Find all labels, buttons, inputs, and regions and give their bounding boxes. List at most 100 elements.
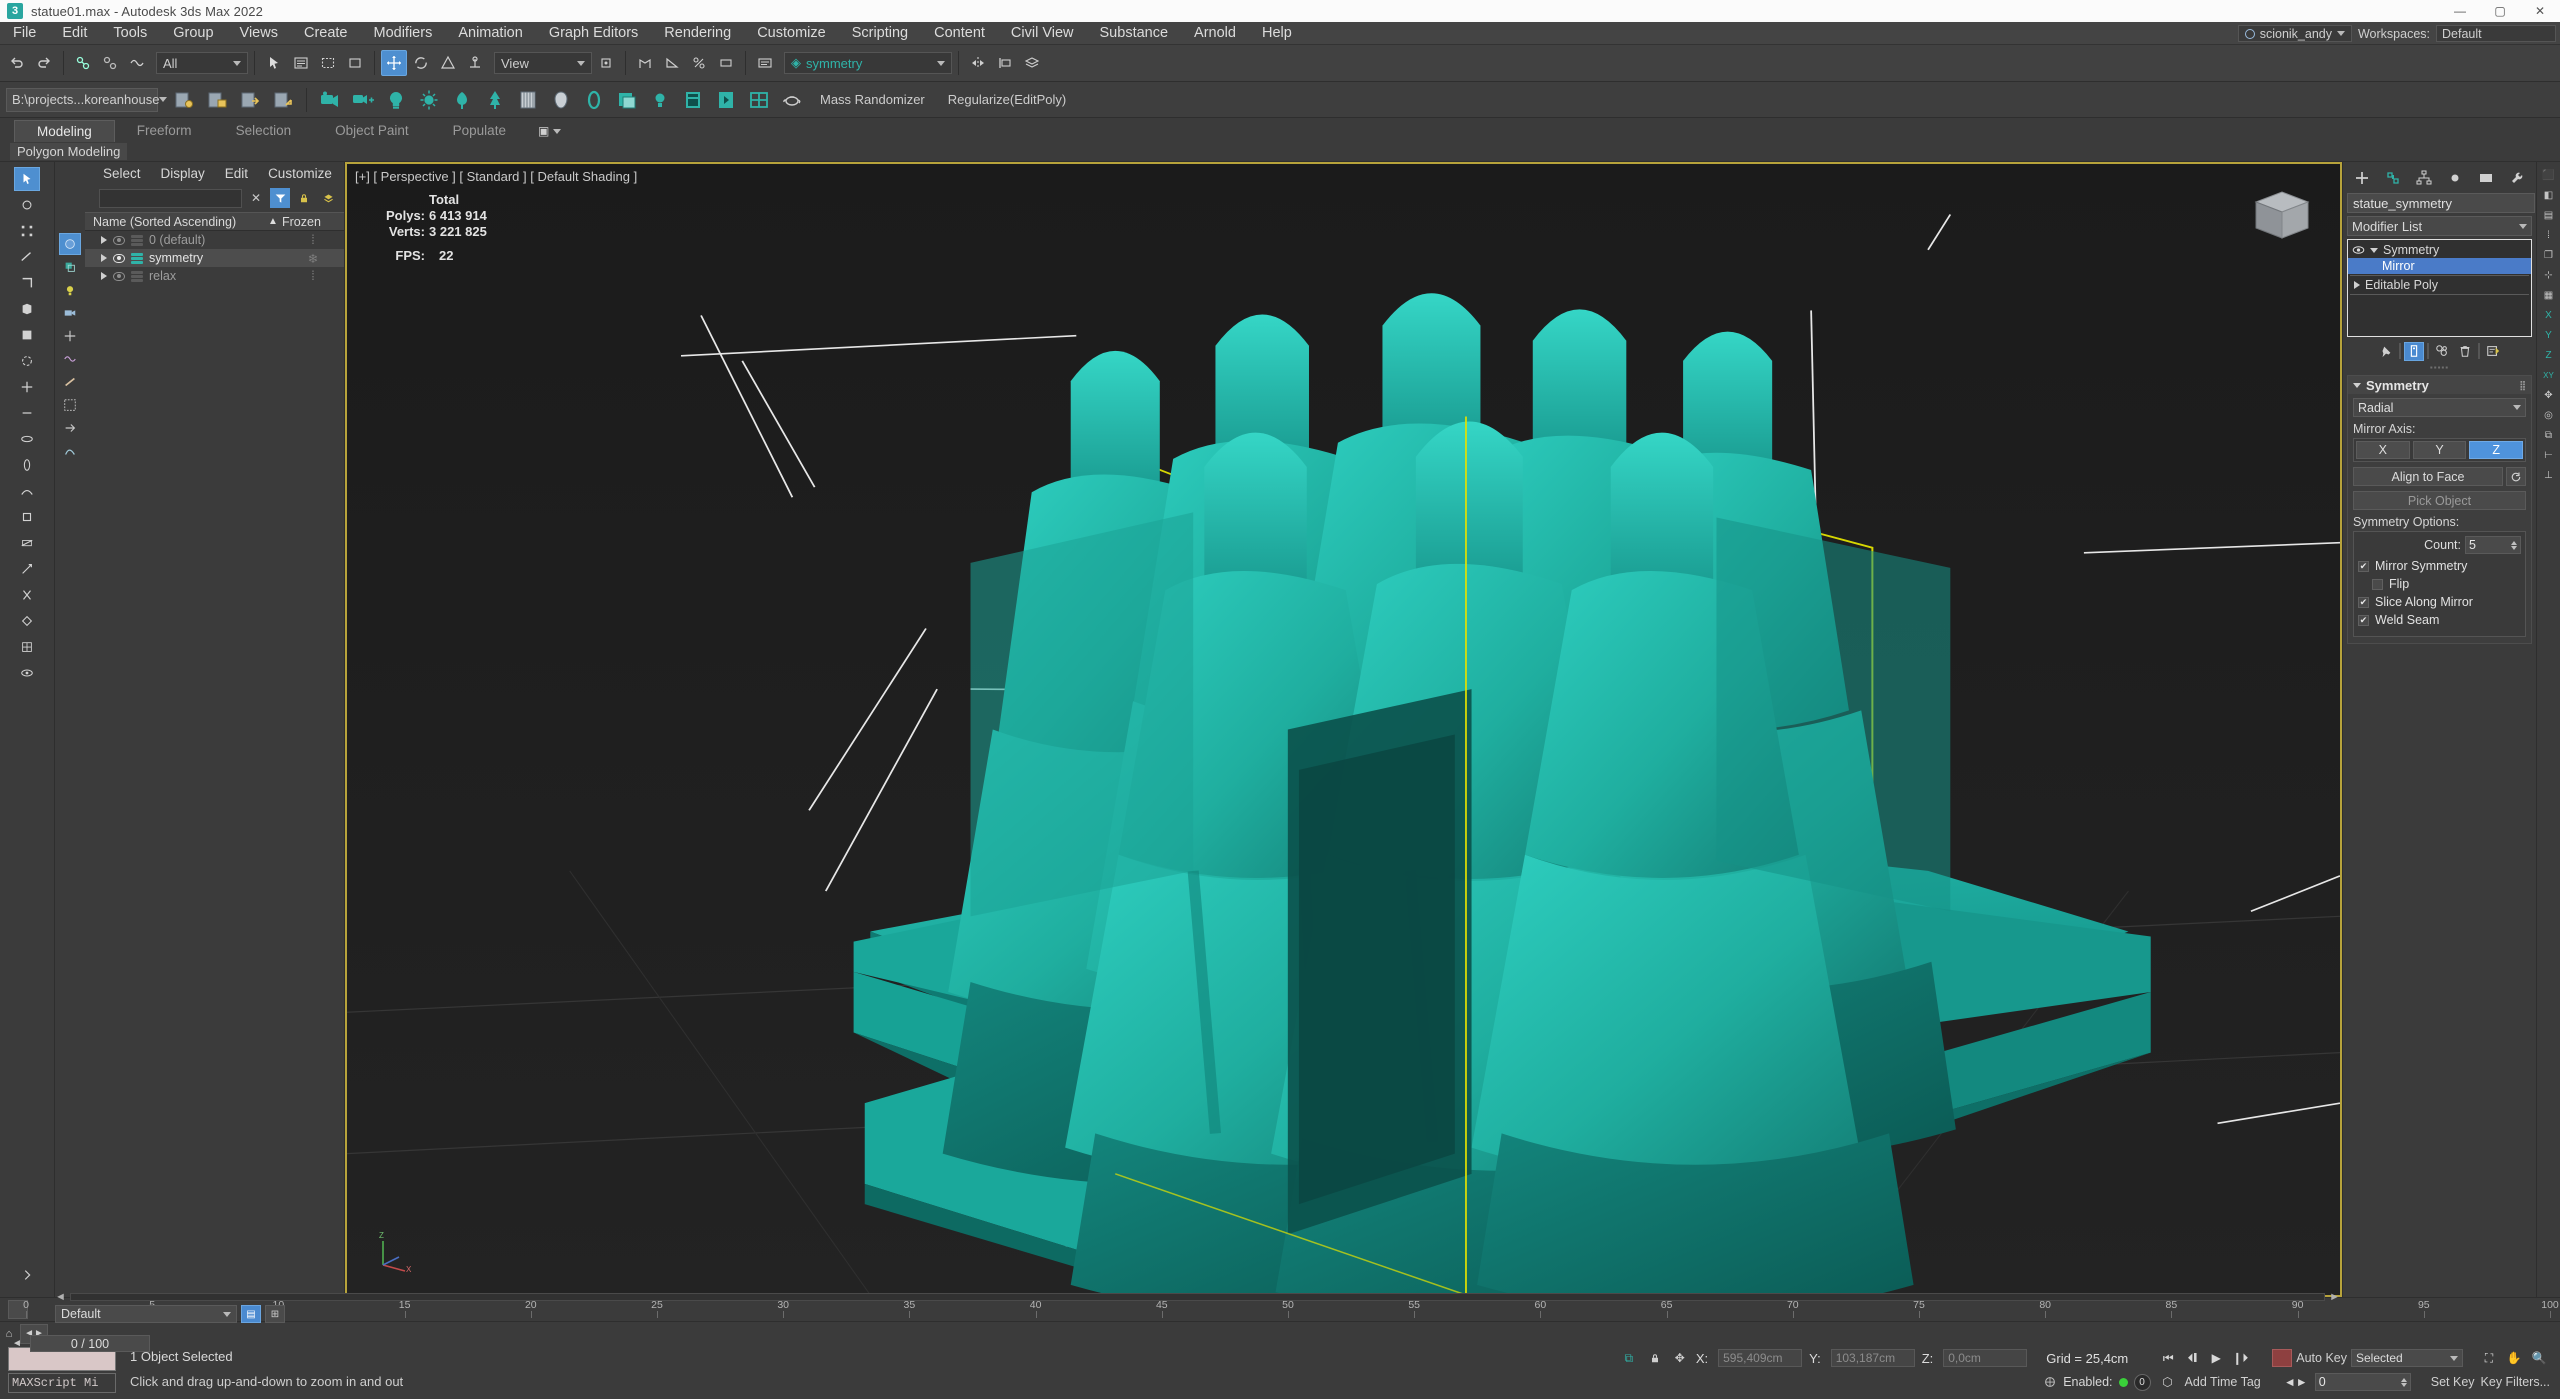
refresh-icon[interactable] <box>2506 467 2526 486</box>
expand-left-panel-icon[interactable] <box>14 1263 40 1287</box>
array-icon[interactable]: ▤ <box>2539 206 2559 224</box>
filter-icon[interactable] <box>270 188 290 208</box>
isolate-selection-icon[interactable] <box>14 349 40 373</box>
frozen-cell[interactable]: ⁞ <box>282 269 344 283</box>
menu-group[interactable]: Group <box>160 22 226 45</box>
add-to-layer-button[interactable]: ⊞ <box>265 1305 285 1323</box>
set-key-button[interactable]: Set Key <box>2431 1375 2475 1389</box>
edit-named-selection-icon[interactable] <box>752 50 778 76</box>
scene-explorer-icon[interactable] <box>678 85 708 115</box>
count-stepper[interactable]: 5 <box>2465 536 2521 554</box>
xref-icon[interactable] <box>59 417 81 439</box>
open-file-icon[interactable] <box>169 85 199 115</box>
select-rotate-icon[interactable] <box>408 50 434 76</box>
tab-selection[interactable]: Selection <box>214 120 314 142</box>
view-cube-icon[interactable] <box>2234 178 2322 250</box>
layer-dropdown[interactable]: Default <box>55 1305 237 1323</box>
rollout-header-symmetry[interactable]: Symmetry ⣿ <box>2348 376 2531 394</box>
window-crossing-icon[interactable] <box>342 50 368 76</box>
unlink-icon[interactable] <box>97 50 123 76</box>
configure-sets-icon[interactable] <box>2483 342 2503 361</box>
select-scale-icon[interactable] <box>435 50 461 76</box>
mass-randomizer-button[interactable]: Mass Randomizer <box>810 92 935 107</box>
sphere-icon[interactable] <box>59 233 81 255</box>
maxscript-mini-listener[interactable]: MAXScript Mi <box>8 1373 116 1393</box>
menu-edit[interactable]: Edit <box>49 22 100 45</box>
ring-selection-icon[interactable] <box>14 427 40 451</box>
align-to-face-button[interactable]: Align to Face <box>2353 467 2503 486</box>
list-item[interactable]: 0 (default) ⁞ <box>85 231 344 249</box>
layer-explorer-button[interactable]: ▤ <box>241 1305 261 1323</box>
menu-content[interactable]: Content <box>921 22 998 45</box>
play-animation-icon[interactable]: ▶ <box>2205 1348 2227 1368</box>
helper-icon[interactable] <box>59 325 81 347</box>
flip-checkbox[interactable] <box>2372 578 2383 590</box>
modifier-stack-item-editable-poly[interactable]: Editable Poly <box>2348 277 2531 293</box>
select-region-icon[interactable] <box>315 50 341 76</box>
modifier-stack-item-symmetry[interactable]: Symmetry <box>2348 242 2531 258</box>
material-slate-icon[interactable] <box>546 85 576 115</box>
menu-animation[interactable]: Animation <box>445 22 535 45</box>
snapshot-icon[interactable]: ◧ <box>2539 186 2559 204</box>
display-tab[interactable] <box>2475 168 2497 188</box>
constraint-icon[interactable] <box>14 505 40 529</box>
camera-target-icon[interactable] <box>348 85 378 115</box>
tab-modeling[interactable]: Modeling <box>14 120 115 142</box>
menu-create[interactable]: Create <box>291 22 361 45</box>
symmetry-mode-dropdown[interactable]: Radial <box>2353 398 2526 417</box>
transform-type-in-icon[interactable]: ✥ <box>1671 1349 1689 1367</box>
make-unique-icon[interactable] <box>2432 342 2452 361</box>
user-account-chip[interactable]: scionik_andy <box>2237 25 2352 42</box>
animation-mode-toggle[interactable]: Enabled: 0 <box>2043 1373 2151 1391</box>
measure-icon[interactable]: ⊹ <box>2539 266 2559 284</box>
scroll-left-icon[interactable]: ◄ <box>55 1291 66 1303</box>
polygon-subobject-icon[interactable] <box>14 297 40 321</box>
render-frame-window-icon[interactable] <box>612 85 642 115</box>
pin-stack-icon[interactable] <box>2376 342 2396 361</box>
y-coordinate-field[interactable]: 103,187cm <box>1830 1349 1915 1367</box>
import-icon[interactable] <box>268 85 298 115</box>
spot-light-icon[interactable] <box>414 85 444 115</box>
search-input[interactable] <box>99 188 242 208</box>
perspective-viewport[interactable]: [+] [ Perspective ] [ Standard ] [ Defau… <box>345 162 2342 1297</box>
expand-arrow-icon[interactable] <box>101 236 107 244</box>
grid-icon[interactable]: ▦ <box>2539 286 2559 304</box>
select-by-name-icon[interactable] <box>288 50 314 76</box>
x-coordinate-field[interactable]: 595,409cm <box>1718 1349 1803 1367</box>
paint-select-icon[interactable] <box>14 193 40 217</box>
shape-icon[interactable] <box>59 440 81 462</box>
menu-tools[interactable]: Tools <box>100 22 160 45</box>
msmooth-icon[interactable] <box>14 609 40 633</box>
edge-subobject-icon[interactable] <box>14 245 40 269</box>
pivot-icon[interactable]: ◎ <box>2539 406 2559 424</box>
absolute-relative-icon[interactable]: ⧉ <box>1619 1349 1639 1367</box>
prev-key-icon[interactable]: ◄ <box>8 1335 26 1352</box>
transform-gizmo-icon[interactable]: ✥ <box>2539 386 2559 404</box>
weld-seam-checkbox[interactable] <box>2358 614 2369 626</box>
weld-seam-row[interactable]: Weld Seam <box>2358 613 2521 627</box>
ribbon-overflow-icon[interactable]: ▣ <box>538 124 549 138</box>
lock-icon[interactable] <box>1646 1349 1664 1367</box>
tab-freeform[interactable]: Freeform <box>115 120 214 142</box>
element-subobject-icon[interactable] <box>14 323 40 347</box>
tab-object-paint[interactable]: Object Paint <box>313 120 431 142</box>
axis-y-button[interactable]: Y <box>2412 441 2467 459</box>
spacing-tool-icon[interactable]: ⁞ <box>2539 226 2559 244</box>
menu-arnold[interactable]: Arnold <box>1181 22 1249 45</box>
material-editor-icon[interactable] <box>513 85 543 115</box>
scene-converter-icon[interactable]: ⬛ <box>2539 166 2559 184</box>
menu-modifiers[interactable]: Modifiers <box>361 22 446 45</box>
modifier-stack-item-mirror[interactable]: Mirror <box>2348 258 2531 274</box>
slice-along-mirror-checkbox[interactable] <box>2358 596 2369 608</box>
use-pivot-icon[interactable] <box>593 50 619 76</box>
visibility-icon[interactable] <box>113 235 125 245</box>
loop-selection-icon[interactable] <box>14 453 40 477</box>
expand-arrow-icon[interactable] <box>101 272 107 280</box>
axis-constraint-xy-icon[interactable]: XY <box>2539 366 2559 384</box>
close-icon[interactable]: ✕ <box>246 188 266 208</box>
menu-scripting[interactable]: Scripting <box>839 22 921 45</box>
viewport-hscroll[interactable]: ◄ ► <box>55 1291 2340 1303</box>
menu-rendering[interactable]: Rendering <box>651 22 744 45</box>
clone-icon[interactable]: ❐ <box>2539 246 2559 264</box>
light-icon[interactable] <box>59 279 81 301</box>
